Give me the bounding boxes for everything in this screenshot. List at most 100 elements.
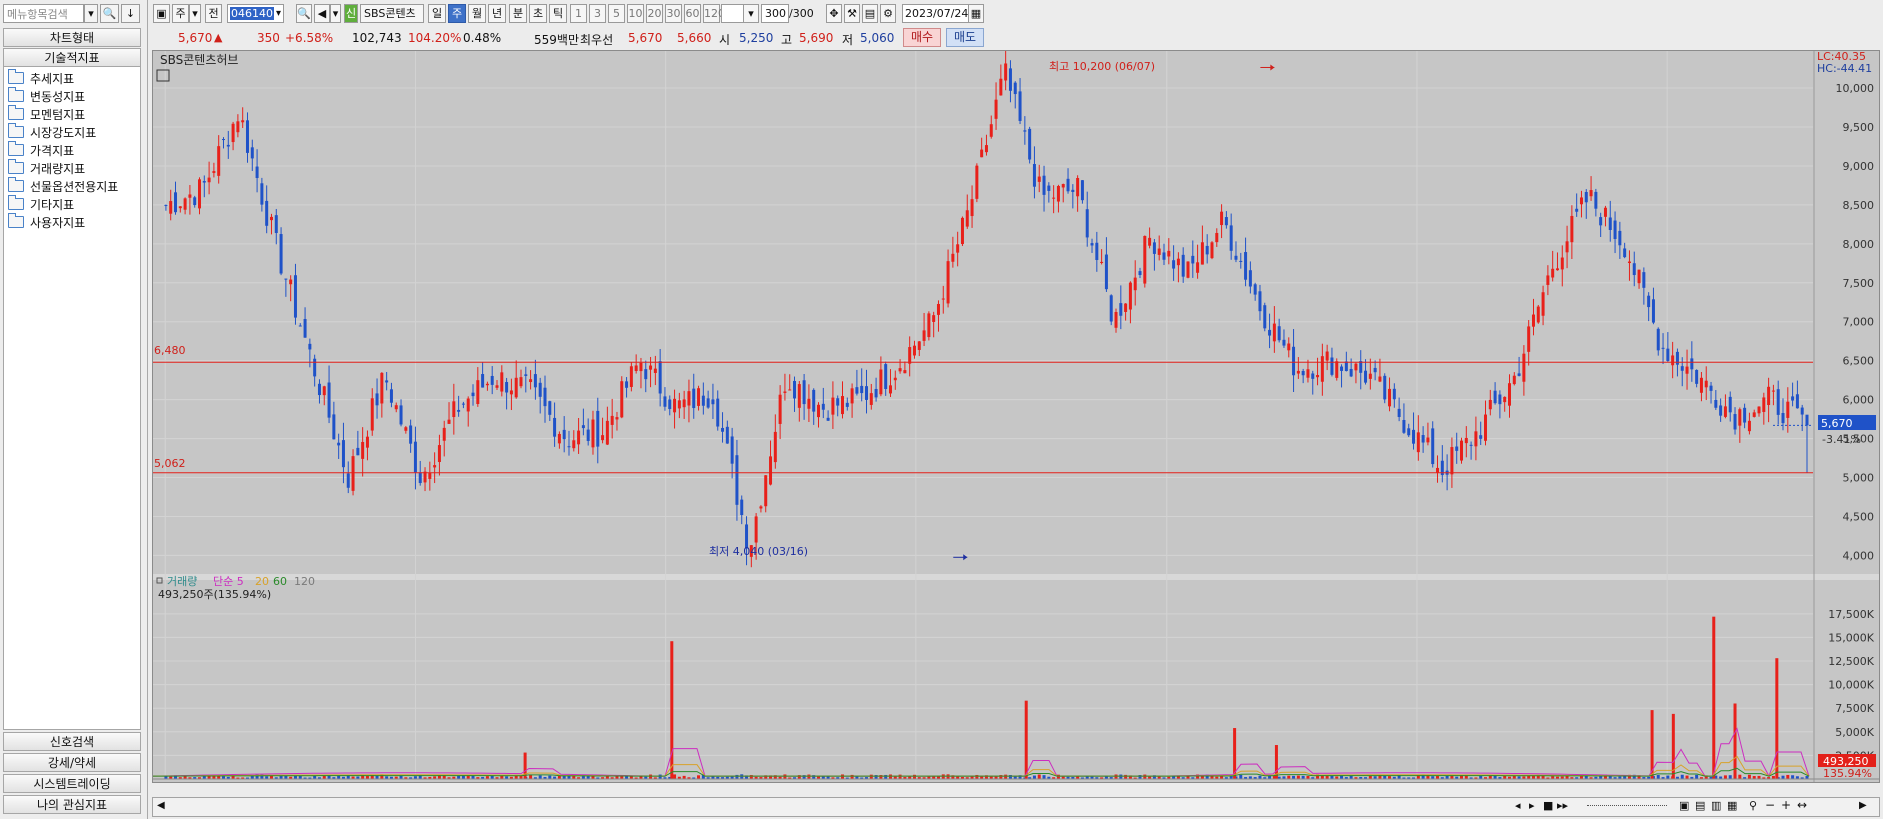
layout3-icon[interactable]: ▥ — [1711, 799, 1721, 812]
zoom-in-icon[interactable]: + — [1781, 798, 1791, 812]
interval-dropdown-icon[interactable]: ▾ — [743, 4, 759, 23]
speaker-icon[interactable]: ◀ — [314, 4, 330, 23]
candle-body — [984, 145, 988, 153]
speaker-dropdown-icon[interactable]: ▾ — [330, 4, 341, 23]
candle-body — [1138, 271, 1142, 276]
stop-icon[interactable]: ■ — [1543, 799, 1553, 812]
zoom-out-icon[interactable]: − — [1765, 798, 1775, 812]
tree-item[interactable]: 변동성지표 — [8, 87, 85, 106]
price-change: 350 — [257, 31, 280, 45]
candle-body — [735, 455, 739, 505]
save-icon[interactable]: ▤ — [862, 4, 878, 23]
signal-search-button[interactable]: 신호검색 — [3, 732, 141, 751]
interval-5[interactable]: 5 — [608, 4, 625, 23]
interval-20[interactable]: 20 — [646, 4, 663, 23]
code-input[interactable]: 046140 ▾ — [227, 4, 284, 23]
tree-item[interactable]: 거래량지표 — [8, 159, 85, 178]
tab-year[interactable]: 년 — [488, 4, 506, 23]
candle-body — [471, 392, 475, 397]
price-tick-label: 9,000 — [1843, 160, 1875, 173]
period-select[interactable]: 주 — [172, 4, 189, 23]
scroll-prev-icon[interactable]: ◂ — [1515, 799, 1521, 812]
fit-icon[interactable]: ↔ — [1797, 798, 1807, 812]
candle-body — [1632, 263, 1636, 276]
sell-button[interactable]: 매도 — [946, 28, 984, 47]
tab-month[interactable]: 월 — [468, 4, 486, 23]
candle-body — [836, 398, 840, 406]
system-trading-button[interactable]: 시스템트레이딩 — [3, 774, 141, 793]
search-icon[interactable]: ⚲ — [1749, 799, 1757, 812]
interval-1[interactable]: 1 — [570, 4, 587, 23]
scroll-next-icon[interactable]: ▸ — [1529, 799, 1535, 812]
tree-item[interactable]: 기타지표 — [8, 195, 74, 214]
candle-body — [740, 499, 744, 516]
interval-60[interactable]: 60 — [684, 4, 701, 23]
stock-chart[interactable]: 4,0004,5005,0005,5006,0006,5007,0007,500… — [152, 49, 1879, 795]
chart-type-button[interactable]: 차트형태 — [3, 28, 141, 47]
volume-spike-bar — [1024, 700, 1028, 779]
tech-indicator-button[interactable]: 기술적지표 — [3, 48, 141, 67]
tab-day[interactable]: 일 — [428, 4, 446, 23]
layout1-icon[interactable]: ▣ — [1679, 799, 1689, 812]
interval-120[interactable]: 120 — [703, 4, 725, 23]
strength-weakness-button[interactable]: 강세/약세 — [3, 753, 141, 772]
tree-item[interactable]: 추세지표 — [8, 69, 74, 88]
my-indicators-button[interactable]: 나의 관심지표 — [3, 795, 141, 814]
candle-body — [1431, 428, 1435, 465]
buy-button[interactable]: 매수 — [903, 28, 941, 47]
volume-tick-label: 15,000K — [1828, 631, 1874, 644]
price-tick-label: 4,000 — [1843, 549, 1875, 562]
fast-forward-icon[interactable]: ▸▸ — [1557, 799, 1568, 812]
layout-icon[interactable]: ▣ — [153, 4, 170, 23]
market-select[interactable]: 전 — [205, 4, 222, 23]
gear-icon[interactable]: ⚙ — [880, 4, 896, 23]
tree-item[interactable]: 가격지표 — [8, 141, 74, 160]
tree-item[interactable]: 사용자지표 — [8, 213, 85, 232]
code-dropdown-icon[interactable]: ▾ — [276, 5, 281, 22]
period-dropdown-icon[interactable]: ▾ — [189, 4, 201, 23]
candle-body — [1407, 428, 1411, 436]
volume-bar — [673, 774, 677, 779]
chart-scrollbar[interactable]: ◀ ◂ ▸ ■ ▸▸ ▣ ▤ ▥ ▦ ⚲ − + ↔ ▶ — [152, 797, 1880, 817]
best-bid: 5,660 — [677, 31, 712, 45]
layout4-icon[interactable]: ▦ — [1727, 799, 1737, 812]
calendar-icon[interactable]: ▦ — [968, 4, 984, 23]
candle-body — [1056, 185, 1060, 202]
zoom-slider[interactable] — [1587, 805, 1667, 810]
tab-second[interactable]: 초 — [529, 4, 547, 23]
interval-10[interactable]: 10 — [627, 4, 644, 23]
lower-line-label: 5,062 — [154, 457, 186, 470]
folder-icon — [8, 87, 24, 102]
tab-minute[interactable]: 분 — [509, 4, 527, 23]
candle-body — [1008, 68, 1012, 91]
candle-body — [380, 372, 384, 404]
candle-body — [447, 419, 451, 424]
scroll-left-icon[interactable]: ◀ — [157, 800, 165, 811]
search-icon[interactable]: 🔍 — [100, 4, 119, 23]
tree-item[interactable]: 모멘텀지표 — [8, 105, 85, 124]
arrow-down-icon[interactable]: ↓ — [121, 4, 140, 23]
search-dropdown-button[interactable]: ▾ — [84, 4, 98, 23]
scroll-right-icon[interactable]: ▶ — [1859, 800, 1867, 811]
candle-body — [730, 436, 734, 464]
tab-tick[interactable]: 틱 — [549, 4, 567, 23]
candle-body — [298, 325, 302, 327]
tools-icon[interactable]: ⚒ — [844, 4, 860, 23]
tree-item[interactable]: 선물옵션전용지표 — [8, 177, 118, 196]
legend-sma20: 20 — [255, 575, 269, 588]
crosshair-icon[interactable]: ✥ — [826, 4, 842, 23]
candle-body — [1551, 268, 1555, 278]
candle-body — [1018, 91, 1022, 121]
count-input[interactable]: 300 — [761, 4, 789, 23]
candle-body — [1762, 397, 1766, 412]
candle-body — [1133, 277, 1137, 291]
tree-item[interactable]: 시장강도지표 — [8, 123, 96, 142]
interval-30[interactable]: 30 — [665, 4, 682, 23]
layout2-icon[interactable]: ▤ — [1695, 799, 1705, 812]
interval-3[interactable]: 3 — [589, 4, 606, 23]
search-icon[interactable]: 🔍 — [296, 4, 312, 23]
tab-week[interactable]: 주 — [448, 4, 466, 23]
volume-bar — [1143, 774, 1147, 779]
menu-search-input[interactable]: 메뉴항목검색 — [3, 4, 84, 23]
chart-panel[interactable]: 4,000 4,500 5,000 5,500 6,000 6,500 7,000 7,500… — [152, 49, 1880, 795]
